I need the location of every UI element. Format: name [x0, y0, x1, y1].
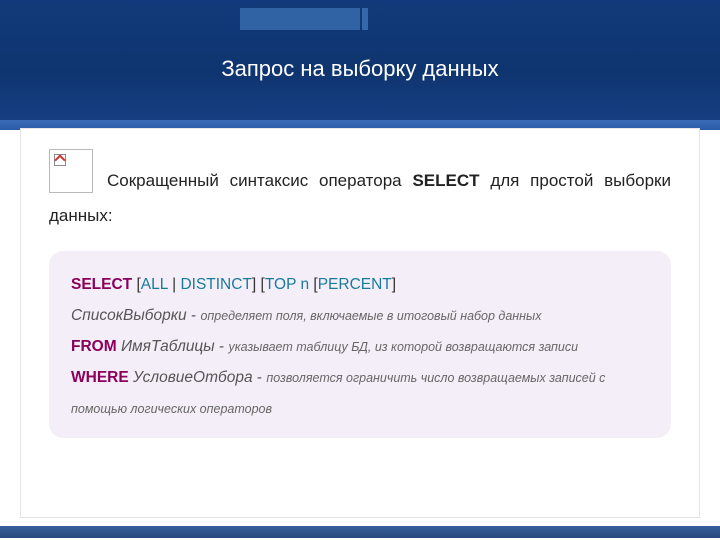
kw-select: SELECT: [71, 276, 132, 293]
top-deco-block: [240, 8, 360, 30]
syntax-line-from: FROM ИмяТаблицы - указывает таблицу БД, …: [71, 331, 649, 362]
arg-spisok: СписокВыборки: [71, 307, 187, 324]
dash2: -: [215, 338, 229, 355]
bracket-mid: ] [: [252, 276, 265, 293]
bottom-bar: [0, 526, 720, 538]
dash3: -: [253, 369, 267, 386]
desc-from: указывает таблицу БД, из которой возвращ…: [228, 340, 578, 354]
syntax-line-spisok: СписокВыборки - определяет поля, включае…: [71, 300, 649, 331]
syntax-line-where: WHERE УсловиеОтбора - позволяется ограни…: [71, 362, 649, 424]
kw-distinct: DISTINCT: [180, 276, 251, 293]
kw-top: TOP: [265, 276, 296, 293]
lead-keyword: SELECT: [412, 171, 479, 190]
bracket-close-2: ]: [392, 276, 396, 293]
syntax-line-select: SELECT [ALL | DISTINCT] [TOP n [PERCENT]: [71, 269, 649, 300]
arg-table: ИмяТаблицы: [121, 338, 215, 355]
desc-spisok: определяет поля, включаемые в итоговый н…: [200, 309, 541, 323]
top-deco-sliver: [362, 8, 368, 30]
page-title: Запрос на выборку данных: [0, 56, 720, 82]
bracket-open-1: [: [132, 276, 141, 293]
kw-from: FROM: [71, 338, 117, 355]
pipe: |: [168, 276, 181, 293]
lead-text-1: Сокращенный синтаксис оператора: [107, 171, 412, 190]
content-card: Сокращенный синтаксис оператора SELECT д…: [20, 128, 700, 518]
kw-percent: PERCENT: [318, 276, 392, 293]
broken-image-icon: [49, 149, 93, 193]
kw-all: ALL: [141, 276, 168, 293]
kw-n: n: [300, 276, 309, 293]
arg-cond: УсловиеОтбора: [133, 369, 253, 386]
bracket-open-2: [: [309, 276, 318, 293]
kw-where: WHERE: [71, 369, 129, 386]
dash1: -: [187, 307, 201, 324]
lead-paragraph: Сокращенный синтаксис оператора SELECT д…: [49, 164, 671, 234]
slide: Запрос на выборку данных Сокращенный син…: [0, 0, 720, 540]
syntax-box: SELECT [ALL | DISTINCT] [TOP n [PERCENT]…: [49, 251, 671, 438]
